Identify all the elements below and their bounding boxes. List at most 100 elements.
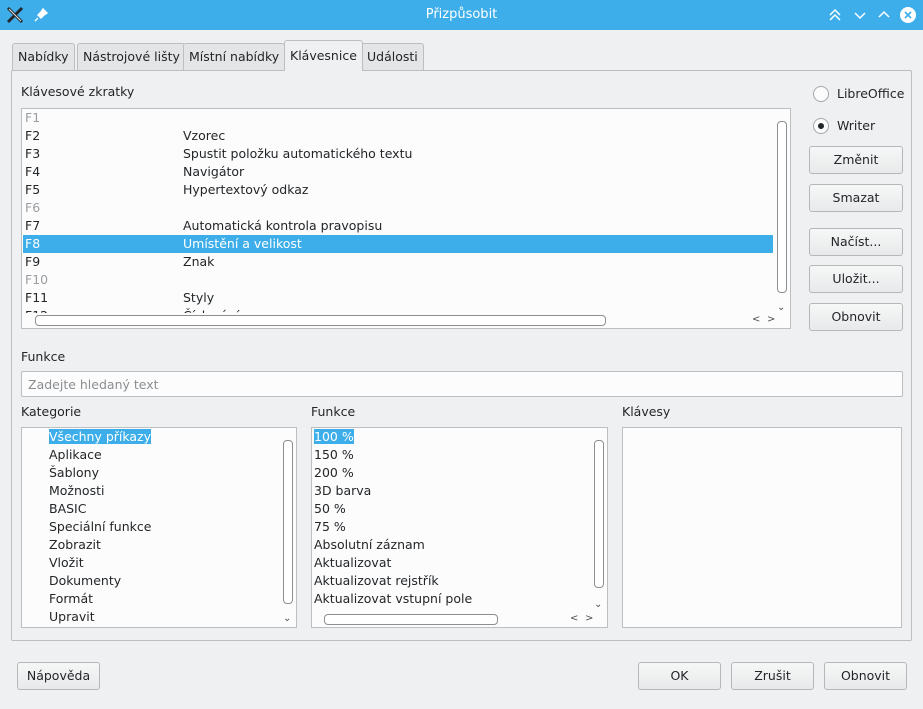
function-item[interactable]: Aktualizovat vstupní pole [314,590,472,608]
shortcut-row[interactable]: F11 Styly [23,289,773,307]
shortcut-key: F4 [25,164,41,179]
shortcut-key: F3 [25,146,41,161]
scroll-down-icon[interactable]: ⌄ [777,303,785,313]
category-item[interactable]: Upravit [49,608,95,626]
function-item[interactable]: Absolutní záznam [314,536,425,554]
scroll-down-icon[interactable]: ⌄ [283,614,291,624]
close-icon[interactable] [899,6,917,24]
category-label: Kategorie [21,404,82,419]
shortcut-function: Umístění a velikost [183,236,302,251]
category-item[interactable]: Aplikace [49,446,102,464]
shortcut-function: Znak [183,254,215,269]
shortcut-row[interactable]: F6 [23,199,773,217]
function-item-label: 3D barva [314,483,372,498]
shortcut-hscroll-thumb[interactable] [35,315,606,326]
functions-vscrollbar[interactable]: ⌄ [592,428,606,612]
category-vscrollbar[interactable]: ⌄ [281,428,295,627]
ok-button[interactable]: OK [638,662,721,690]
functions-hscrollbar[interactable]: < > [312,612,607,627]
scroll-down-icon[interactable]: ⌄ [594,600,602,610]
scroll-left-icon[interactable]: < [752,315,760,325]
keys-label: Klávesy [622,404,671,419]
function-item[interactable]: 3D barva [314,482,371,500]
tab-context-menus[interactable]: Místní nabídky [183,43,286,70]
shortcut-vscroll-thumb[interactable] [777,121,787,293]
category-item[interactable]: Vložit [49,554,84,572]
category-item-label: Vložit [49,555,84,570]
category-item[interactable]: Dokumenty [49,572,121,590]
category-item[interactable]: Speciální funkce [49,518,151,536]
shortcut-key: F10 [25,272,49,287]
category-item[interactable]: Zobrazit [49,536,101,554]
reset-button[interactable]: Obnovit [824,662,907,690]
category-item[interactable]: Možnosti [49,482,104,500]
scroll-right-icon[interactable]: > [767,315,775,325]
function-item[interactable]: 150 % [314,446,354,464]
functions-hscroll-thumb[interactable] [324,614,498,625]
function-item[interactable]: 75 % [314,518,346,536]
shortcut-function: Styly [183,290,215,305]
category-item[interactable]: Všechny příkazy [49,428,152,446]
scroll-right-icon[interactable]: > [585,614,593,624]
shortcut-function: Navigátor [183,164,245,179]
function-item[interactable]: Aktualizovat [314,554,391,572]
shortcut-hscrollbar[interactable]: < > [22,313,790,328]
shortcut-function: Automatická kontrola pravopisu [183,218,383,233]
radio-writer-label[interactable]: Writer [837,118,875,133]
function-item[interactable]: 200 % [314,464,354,482]
function-item-label: Aktualizovat rejstřík [314,573,439,588]
tab-menus[interactable]: Nabídky [12,43,75,70]
category-list[interactable]: Všechny příkazy Aplikace Šablony Možnosti BA… [21,427,297,628]
shortcut-key: F6 [25,200,41,215]
function-item-label: 50 % [314,501,346,516]
title-bar[interactable]: Přizpůsobit [0,0,923,30]
load-button[interactable]: Načíst... [809,228,903,256]
shortcut-row[interactable]: F1 [23,109,773,127]
shortcut-row[interactable]: F4 Navigátor [23,163,773,181]
category-vscroll-thumb[interactable] [283,440,293,604]
minimize-icon[interactable] [851,6,869,24]
shortcut-row[interactable]: F9 Znak [23,253,773,271]
scroll-left-icon[interactable]: < [570,614,578,624]
tab-keyboard[interactable]: Klávesnice [284,40,363,71]
cancel-button[interactable]: Zrušit [731,662,814,690]
tab-events[interactable]: Události [361,43,424,70]
category-item[interactable]: BASIC [49,500,86,518]
shortcut-keys-list[interactable]: F1 F2 Vzorec F3 Spustit položku automatickéh… [21,108,791,329]
category-item[interactable]: Šablony [49,464,99,482]
shortcut-function: Vzorec [183,128,226,143]
category-item-label: Zobrazit [49,537,101,552]
shortcut-row[interactable]: F7 Automatická kontrola pravopisu [23,217,773,235]
function-item-label: 75 % [314,519,346,534]
function-item[interactable]: 100 % [314,428,354,446]
maximize-icon[interactable] [875,6,893,24]
shortcut-row[interactable]: F8 Umístění a velikost [23,235,773,253]
delete-button[interactable]: Smazat [809,184,903,212]
shortcut-row[interactable]: F2 Vzorec [23,127,773,145]
keep-above-icon[interactable] [826,6,844,24]
function-item[interactable]: 50 % [314,500,346,518]
help-button[interactable]: Nápověda [17,662,100,690]
change-button[interactable]: Změnit [809,146,903,174]
shortcut-row[interactable]: F5 Hypertextový odkaz [23,181,773,199]
tab-toolbars[interactable]: Nástrojové lišty [77,43,186,70]
functions-list[interactable]: 100 % 150 % 200 % 3D barva 50 % 75 % Absolutní… [311,427,608,628]
shortcut-row[interactable]: F10 [23,271,773,289]
radio-libreoffice[interactable] [813,86,829,102]
shortcut-vscrollbar[interactable]: ⌄ [775,109,789,314]
search-input[interactable]: Zadejte hledaný text [21,371,903,397]
category-item[interactable]: Formát [49,590,93,608]
radio-libreoffice-label[interactable]: LibreOffice [837,86,904,101]
window-title: Přizpůsobit [425,7,498,22]
category-item-label: Šablony [49,465,99,480]
save-button[interactable]: Uložit... [809,265,903,293]
keys-list[interactable] [622,427,902,628]
functions-vscroll-thumb[interactable] [594,440,604,588]
function-item[interactable]: Aktualizovat rejstřík [314,572,439,590]
functions-label: Funkce [311,404,356,419]
reset-keys-button[interactable]: Obnovit [809,303,903,331]
category-item-label: Možnosti [49,483,105,498]
function-item-label: 100 % [314,429,354,444]
radio-writer[interactable] [813,118,829,134]
shortcut-row[interactable]: F3 Spustit položku automatického textu [23,145,773,163]
